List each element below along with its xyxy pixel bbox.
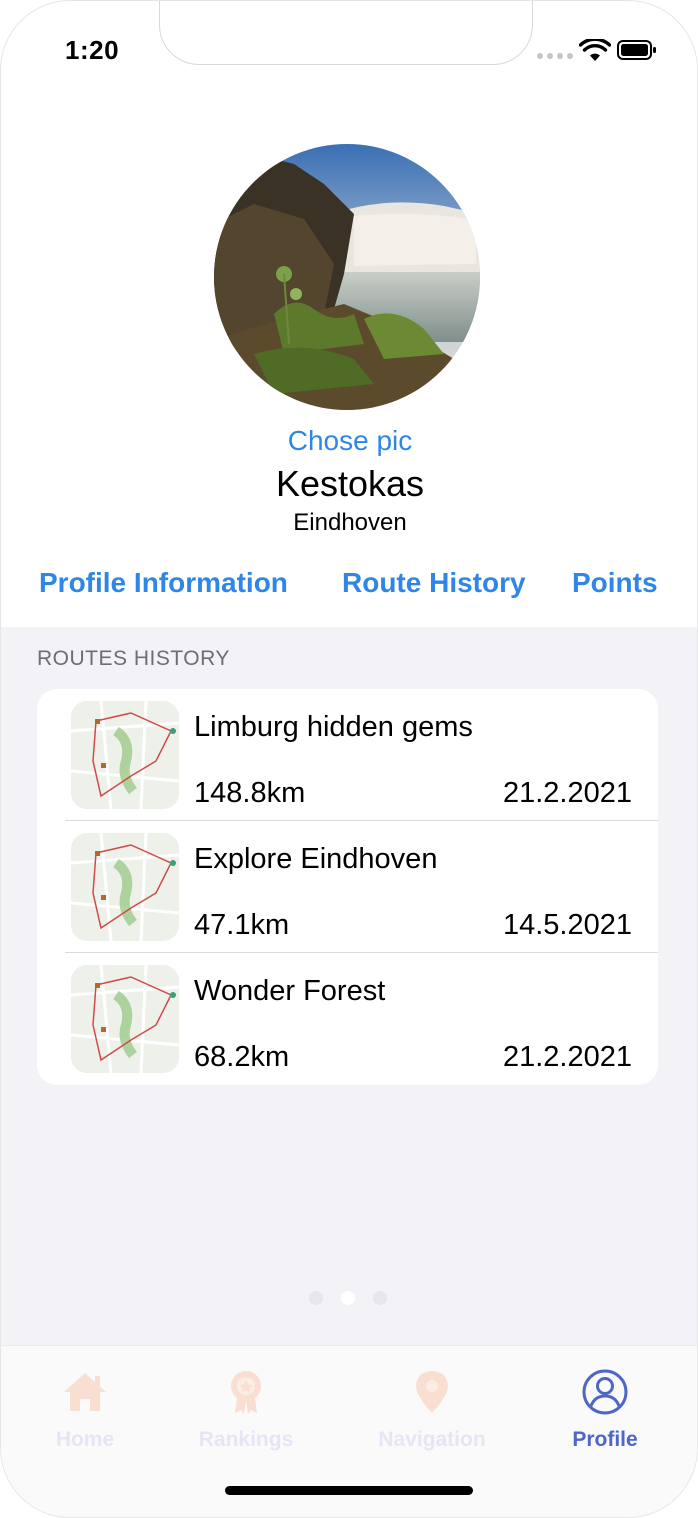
- page-dot-active[interactable]: [341, 1291, 355, 1305]
- house-icon: [64, 1373, 106, 1411]
- home-indicator[interactable]: [225, 1486, 473, 1495]
- route-name: Limburg hidden gems: [194, 711, 473, 743]
- routes-history-page[interactable]: ROUTES HISTORY Limburg hidden gems 148.8: [1, 627, 697, 1345]
- battery-icon: [617, 40, 656, 60]
- tab-bar-profile[interactable]: Profile: [535, 1368, 675, 1452]
- tab-bar-label: Navigation: [378, 1428, 486, 1451]
- tab-route-history[interactable]: Route History: [342, 567, 526, 599]
- tab-profile-information[interactable]: Profile Information: [39, 567, 288, 599]
- route-date: 14.5.2021: [502, 909, 632, 941]
- route-distance: 148.8km: [194, 777, 306, 809]
- tab-bar-navigation[interactable]: Navigation: [362, 1368, 502, 1452]
- profile-username: Kestokas: [275, 463, 425, 504]
- section-header: ROUTES HISTORY: [37, 647, 230, 670]
- route-distance: 68.2km: [194, 1041, 290, 1073]
- route-row[interactable]: Limburg hidden gems 148.8km 21.2.2021: [37, 689, 658, 821]
- page-dot[interactable]: [309, 1291, 323, 1305]
- route-row[interactable]: Wonder Forest 68.2km 21.2.2021: [37, 953, 658, 1085]
- tab-bar-label: Profile: [572, 1428, 638, 1451]
- waterfall-photo: [214, 144, 480, 410]
- route-distance: 47.1km: [194, 909, 290, 941]
- tab-bar-label: Home: [55, 1428, 115, 1451]
- phone-screen: 1:20 Chose pic Kestokas Eindhoven Profil…: [0, 0, 698, 1518]
- profile-tabs: Profile Information Route History Points: [1, 567, 697, 607]
- route-map-thumbnail: [71, 701, 179, 809]
- tab-bar-label: Rankings: [198, 1428, 294, 1451]
- tab-bar-rankings[interactable]: Rankings: [176, 1368, 316, 1452]
- person-circle-icon: [582, 1369, 628, 1415]
- route-name: Explore Eindhoven: [194, 843, 438, 875]
- route-date: 21.2.2021: [502, 777, 632, 809]
- profile-avatar[interactable]: [214, 144, 480, 410]
- route-row[interactable]: Explore Eindhoven 47.1km 14.5.2021: [37, 821, 658, 953]
- routes-list: Limburg hidden gems 148.8km 21.2.2021 Ex…: [37, 689, 658, 1085]
- choose-picture-link[interactable]: Chose pic: [1, 425, 697, 457]
- tab-bar-home[interactable]: Home: [15, 1368, 155, 1452]
- route-date: 21.2.2021: [502, 1041, 632, 1073]
- cellular-signal-icon: [537, 53, 573, 59]
- tab-points[interactable]: Points: [572, 567, 658, 599]
- profile-city: Eindhoven: [293, 509, 407, 536]
- page-dot[interactable]: [373, 1291, 387, 1305]
- map-pin-icon: [416, 1371, 448, 1413]
- route-map-thumbnail: [71, 833, 179, 941]
- route-map-thumbnail: [71, 965, 179, 1073]
- wifi-icon: [579, 39, 611, 61]
- award-badge-icon: [231, 1371, 261, 1414]
- page-indicator[interactable]: [309, 1291, 387, 1305]
- status-time: 1:20: [65, 35, 120, 65]
- bottom-tab-bar: Home Rankings Navigation Profile: [1, 1345, 697, 1517]
- route-name: Wonder Forest: [194, 975, 386, 1007]
- device-notch: [159, 1, 533, 65]
